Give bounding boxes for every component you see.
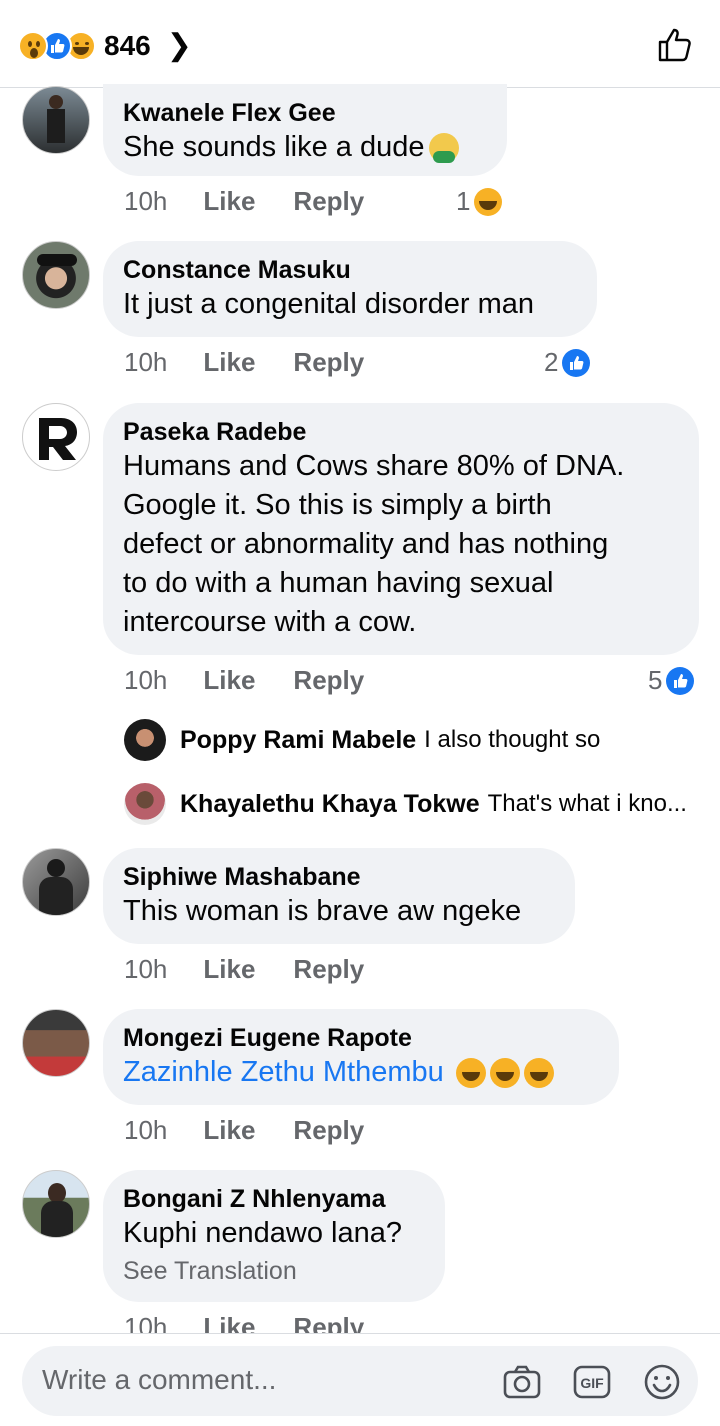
comment-reactions[interactable]: 5: [648, 665, 695, 696]
avatar[interactable]: [22, 848, 90, 916]
comment-text-line: defect or abnormality and has nothing: [123, 528, 609, 560]
reaction-count: 846: [104, 29, 151, 61]
emoji-icon[interactable]: [642, 1362, 682, 1402]
avatar[interactable]: [124, 719, 166, 761]
reply-author[interactable]: Poppy Rami Mabele: [180, 726, 416, 755]
reaction-summary[interactable]: 846 ❯: [18, 28, 192, 63]
wow-reaction-icon: [18, 30, 48, 61]
comment-bubble[interactable]: Siphiwe Mashabane This woman is brave aw…: [103, 848, 575, 944]
see-translation-link[interactable]: See Translation: [123, 1253, 425, 1289]
avatar[interactable]: [22, 403, 90, 471]
comment-bubble[interactable]: Mongezi Eugene Rapote Zazinhle Zethu Mth…: [103, 1009, 619, 1105]
comment-actions: 10h Like Reply: [124, 186, 402, 217]
reply-button[interactable]: Reply: [293, 186, 364, 217]
comment-text-line: intercourse with a cow.: [123, 606, 417, 638]
comment-composer-bar: Write a comment... GIF: [0, 1333, 720, 1426]
comment-author[interactable]: Mongezi Eugene Rapote: [123, 1023, 599, 1053]
camera-icon[interactable]: [502, 1362, 542, 1402]
reactions-header: 846 ❯: [0, 0, 720, 88]
reply-text: I also thought so: [424, 726, 601, 753]
comment-text-line: Humans and Cows share 80% of DNA.: [123, 450, 625, 482]
svg-text:GIF: GIF: [580, 1375, 604, 1391]
facepalm-emoji-icon: [428, 133, 459, 164]
comment-author[interactable]: Constance Masuku: [123, 255, 577, 285]
comment-bubble[interactable]: Bongani Z Nhlenyama Kuphi nendawo lana? …: [103, 1170, 445, 1302]
comment-actions: 10h Like Reply: [124, 1115, 402, 1146]
comment-text: It just a congenital disorder man: [123, 288, 535, 320]
avatar[interactable]: [22, 1009, 90, 1077]
comment-time: 10h: [124, 186, 168, 216]
comment-bubble[interactable]: Kwanele Flex Gee She sounds like a dude: [103, 84, 507, 176]
avatar[interactable]: [22, 86, 90, 154]
avatar[interactable]: [22, 241, 90, 309]
r-logo-icon: [39, 418, 77, 460]
reply-author[interactable]: Khayalethu Khaya Tokwe: [180, 790, 480, 819]
like-button[interactable]: Like: [203, 186, 255, 217]
comment-text-line: to do with a human having sexual: [123, 567, 554, 599]
comment-text: She sounds like a dude: [123, 128, 487, 167]
like-reaction-icon: [666, 666, 695, 695]
haha-reaction-icon: [474, 187, 503, 216]
comment-actions: 10h Like Reply: [124, 954, 402, 985]
reply-button[interactable]: Reply: [293, 347, 364, 378]
comment-time: 10h: [124, 665, 168, 695]
comment-reactions[interactable]: 2: [544, 347, 591, 378]
reply-button[interactable]: Reply: [293, 665, 364, 696]
reply-item[interactable]: Khayalethu Khaya Tokwe That's what i kno…: [124, 783, 687, 825]
reply-button[interactable]: Reply: [293, 954, 364, 985]
comment-actions: 10h Like Reply: [124, 665, 402, 696]
comment-time: 10h: [124, 954, 168, 984]
comment-bubble[interactable]: Constance Masuku It just a congenital di…: [103, 241, 597, 337]
reply-item[interactable]: Poppy Rami Mabele I also thought so: [124, 719, 600, 761]
comment-author[interactable]: Kwanele Flex Gee: [123, 98, 487, 128]
comment-text: This woman is brave aw ngeke: [123, 895, 522, 927]
avatar[interactable]: [124, 783, 166, 825]
reply-button[interactable]: Reply: [293, 1115, 364, 1146]
laughing-emoji-icon: [523, 1058, 554, 1089]
like-button[interactable]: Like: [203, 1115, 255, 1146]
comment-reactions[interactable]: 1: [456, 186, 503, 217]
tagged-user-link[interactable]: Zazinhle Zethu Mthembu: [123, 1053, 599, 1092]
reply-text: That's what i kno...: [487, 790, 687, 817]
avatar[interactable]: [22, 1170, 90, 1238]
comment-time: 10h: [124, 347, 168, 377]
gif-icon[interactable]: GIF: [572, 1362, 612, 1402]
laughing-emoji-icon: [455, 1058, 486, 1089]
like-reaction-icon: [562, 348, 591, 377]
laughing-emoji-icon: [489, 1058, 520, 1089]
like-button[interactable]: Like: [203, 954, 255, 985]
comment-input[interactable]: Write a comment... GIF: [22, 1346, 698, 1416]
chevron-right-icon: ❯: [166, 29, 192, 62]
comment-text-line: Google it. So this is simply a birth: [123, 489, 552, 521]
comment-author[interactable]: Bongani Z Nhlenyama: [123, 1184, 425, 1214]
comment-actions: 10h Like Reply: [124, 347, 402, 378]
like-button[interactable]: Like: [203, 347, 255, 378]
reaction-count: 1: [456, 186, 471, 216]
comment-author[interactable]: Siphiwe Mashabane: [123, 862, 555, 892]
reaction-count: 5: [648, 665, 663, 695]
comment-time: 10h: [124, 1115, 168, 1145]
reaction-count: 2: [544, 347, 559, 377]
like-button[interactable]: Like: [203, 665, 255, 696]
comment-text: Kuphi nendawo lana?: [123, 1217, 402, 1249]
like-outline-icon[interactable]: [656, 26, 694, 64]
comment-input-placeholder: Write a comment...: [42, 1364, 277, 1395]
comment-author[interactable]: Paseka Radebe: [123, 417, 679, 447]
comment-bubble[interactable]: Paseka Radebe Humans and Cows share 80% …: [103, 403, 699, 655]
